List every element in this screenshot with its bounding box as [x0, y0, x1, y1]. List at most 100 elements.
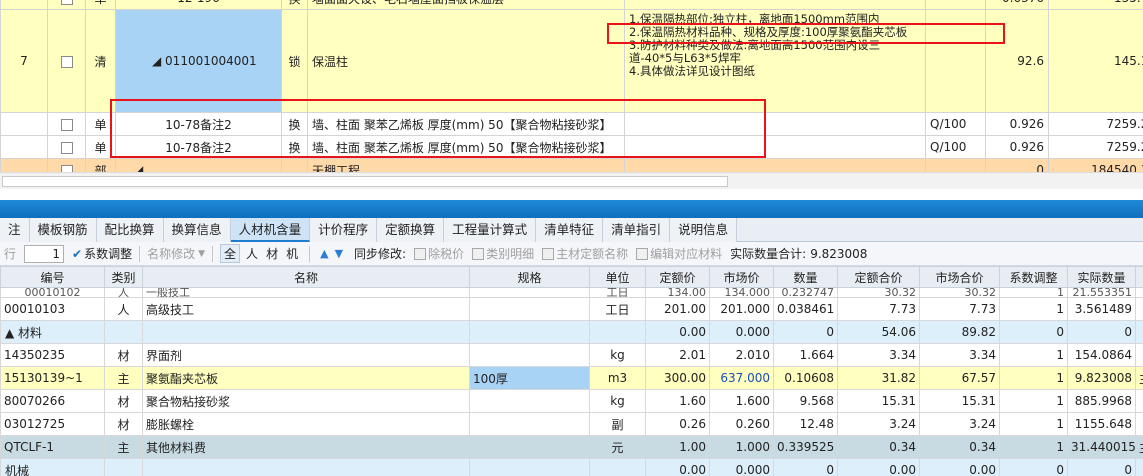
cell-actual[interactable]: 31.440015	[1067, 435, 1136, 459]
cell-spec[interactable]	[469, 412, 590, 436]
tab-labor-material-machine[interactable]: 人材机含量	[230, 218, 311, 242]
expand-triangle-icon[interactable]: ◢	[152, 54, 165, 68]
cell-extra[interactable]	[1135, 297, 1143, 321]
cell-qty[interactable]: 0.339525	[773, 435, 838, 459]
col-header[interactable]: 定额价	[645, 266, 710, 288]
cell-s1[interactable]: 0.00	[837, 458, 920, 476]
filter-labor-button[interactable]: 人	[246, 245, 258, 262]
cell-unit[interactable]: kg	[589, 389, 646, 413]
cell-p1[interactable]: 0.26	[645, 412, 710, 436]
cell-unit[interactable]: 元	[589, 435, 646, 459]
cell-s2[interactable]: 3.34	[919, 343, 1000, 367]
cell-unit[interactable]: kg	[589, 343, 646, 367]
cell-p2[interactable]: 1.600	[709, 389, 774, 413]
cell-spec[interactable]	[469, 343, 590, 367]
scrollbar-thumb[interactable]	[2, 176, 728, 187]
tab-quantity-formula[interactable]: 工程量计算式	[444, 218, 537, 242]
selected-code-cell[interactable]: ◢ 011001004001	[115, 9, 282, 113]
col-header[interactable]: 系数调整	[999, 266, 1068, 288]
cell-actual[interactable]: 885.9968	[1067, 389, 1136, 413]
bill-row-part[interactable]: 部 ◢ 天棚工程 0 184540.14	[0, 158, 1143, 172]
filter-material-button[interactable]: 材	[266, 245, 278, 262]
cell-s1[interactable]: 15.31	[837, 389, 920, 413]
filter-machine-button[interactable]: 机	[286, 245, 298, 262]
cell-coef[interactable]: 1	[999, 412, 1068, 436]
cell-s1[interactable]: 3.34	[837, 343, 920, 367]
table-row[interactable]: 80070266 材聚合物粘接砂浆 kg 1.60 1.600 9.568 15.31 15.…	[0, 389, 1143, 413]
cell-p2[interactable]: 2.010	[709, 343, 774, 367]
cell-spec[interactable]	[469, 435, 590, 459]
cell-coef[interactable]: 1	[999, 343, 1068, 367]
horizontal-scrollbar[interactable]	[0, 172, 1143, 189]
cell-extra[interactable]	[1135, 458, 1143, 476]
cell-extra[interactable]	[1135, 343, 1143, 367]
cell-spec[interactable]	[469, 389, 590, 413]
tab-0[interactable]: 注	[0, 218, 30, 242]
table-row[interactable]: 机械 0.00 0.000 0 0.00 0.00 0 0	[0, 458, 1143, 476]
cell-code[interactable]: 03012725	[0, 412, 105, 436]
col-header[interactable]: 实际数量	[1067, 266, 1136, 288]
cell-s2[interactable]: 3.24	[919, 412, 1000, 436]
cell-s2[interactable]: 15.31	[919, 389, 1000, 413]
cell-actual[interactable]: 3.561489	[1067, 297, 1136, 321]
cell-name[interactable]: 其他材料费	[142, 435, 470, 459]
cell-coef[interactable]: 0	[999, 320, 1068, 344]
cell-p1[interactable]: 1.00	[645, 435, 710, 459]
cell-s1[interactable]: 3.24	[837, 412, 920, 436]
row-checkbox[interactable]	[60, 0, 73, 5]
cell-code[interactable]: 14350235	[0, 343, 105, 367]
cell-coef[interactable]: 1	[999, 297, 1068, 321]
cell-coef[interactable]: 1	[999, 389, 1068, 413]
cell-p2[interactable]: 201.000	[709, 297, 774, 321]
cell-p2[interactable]: 637.000	[709, 366, 774, 390]
cell-type[interactable]: 人	[104, 297, 143, 321]
cell-spec[interactable]: 100厚	[469, 366, 590, 390]
cell-qty[interactable]: 0.038461	[773, 297, 838, 321]
exclude-tax-checkbox[interactable]: 除税价	[410, 245, 468, 262]
col-header[interactable]: 类别	[104, 266, 143, 288]
cell-type[interactable]	[104, 458, 143, 476]
filter-all-button[interactable]: 全	[220, 244, 241, 263]
table-row[interactable]: 15130139~1 主聚氨酯夹芯板 100厚 m3 300.00 637.000 0.10…	[0, 366, 1143, 390]
cell-qty[interactable]: 0	[773, 458, 838, 476]
cell-type[interactable]: 材	[104, 389, 143, 413]
coef-adjust-button[interactable]: ✔ 系数调整	[68, 245, 136, 262]
move-up-icon[interactable]: ▲	[317, 247, 331, 260]
cell-actual[interactable]: 0	[1067, 458, 1136, 476]
cell-s2[interactable]: 0.34	[919, 435, 1000, 459]
cell-p2[interactable]: 0.000	[709, 458, 774, 476]
cell-name[interactable]	[142, 320, 470, 344]
col-header[interactable]: 编号	[0, 266, 105, 288]
category-detail-checkbox[interactable]: 类别明细	[468, 245, 538, 262]
cell-actual[interactable]: 154.0864	[1067, 343, 1136, 367]
row-count-input[interactable]: 1	[24, 244, 65, 263]
cell-spec[interactable]	[469, 297, 590, 321]
cell-type[interactable]: 主	[104, 435, 143, 459]
table-row[interactable]: ▲ 材料 0.00 0.000 0 54.06 89.82 0 0	[0, 320, 1143, 344]
expand-triangle-icon[interactable]: ◢	[134, 163, 143, 172]
cell-s2[interactable]: 67.57	[919, 366, 1000, 390]
cell-code[interactable]: 机械	[0, 458, 105, 476]
cell-p1[interactable]: 1.60	[645, 389, 710, 413]
edit-material-checkbox[interactable]: 编辑对应材料	[632, 245, 726, 262]
bill-row-qd[interactable]: 7 清 ◢ 011001004001 锁 保温柱 1.保温隔热部位:独立柱，离地…	[0, 9, 1143, 113]
tab-bill-features[interactable]: 清单特征	[536, 218, 604, 242]
cell-p1[interactable]: 0.00	[645, 458, 710, 476]
row-checkbox[interactable]	[60, 55, 73, 68]
cell-p1[interactable]: 201.00	[645, 297, 710, 321]
col-header[interactable]: 单位	[589, 266, 646, 288]
tab-mix-conversion[interactable]: 配比换算	[96, 218, 164, 242]
cell-type[interactable]: 材	[104, 412, 143, 436]
cell-p2[interactable]: 1.000	[709, 435, 774, 459]
cell-extra[interactable]	[1135, 389, 1143, 413]
cell-actual[interactable]: 9.823008	[1067, 366, 1136, 390]
cell-code[interactable]: QTCLF-1	[0, 435, 105, 459]
cell-unit[interactable]	[589, 458, 646, 476]
tab-quota-conversion[interactable]: 定额换算	[377, 218, 445, 242]
bill-row-partial[interactable]: 单 12-196 换 墙面面天设、毛石墙屋面挡板保温层 0.6376 135.4…	[0, 0, 1143, 10]
main-material-name-checkbox[interactable]: 主材定额名称	[538, 245, 632, 262]
bill-row-de[interactable]: 单 10-78备注2 换 墙、柱面 聚苯乙烯板 厚度(mm) 50【聚合物粘接砂…	[0, 112, 1143, 136]
cell-actual[interactable]: 1155.648	[1067, 412, 1136, 436]
cell-code[interactable]: 80070266	[0, 389, 105, 413]
tab-conversion-info[interactable]: 换算信息	[163, 218, 231, 242]
